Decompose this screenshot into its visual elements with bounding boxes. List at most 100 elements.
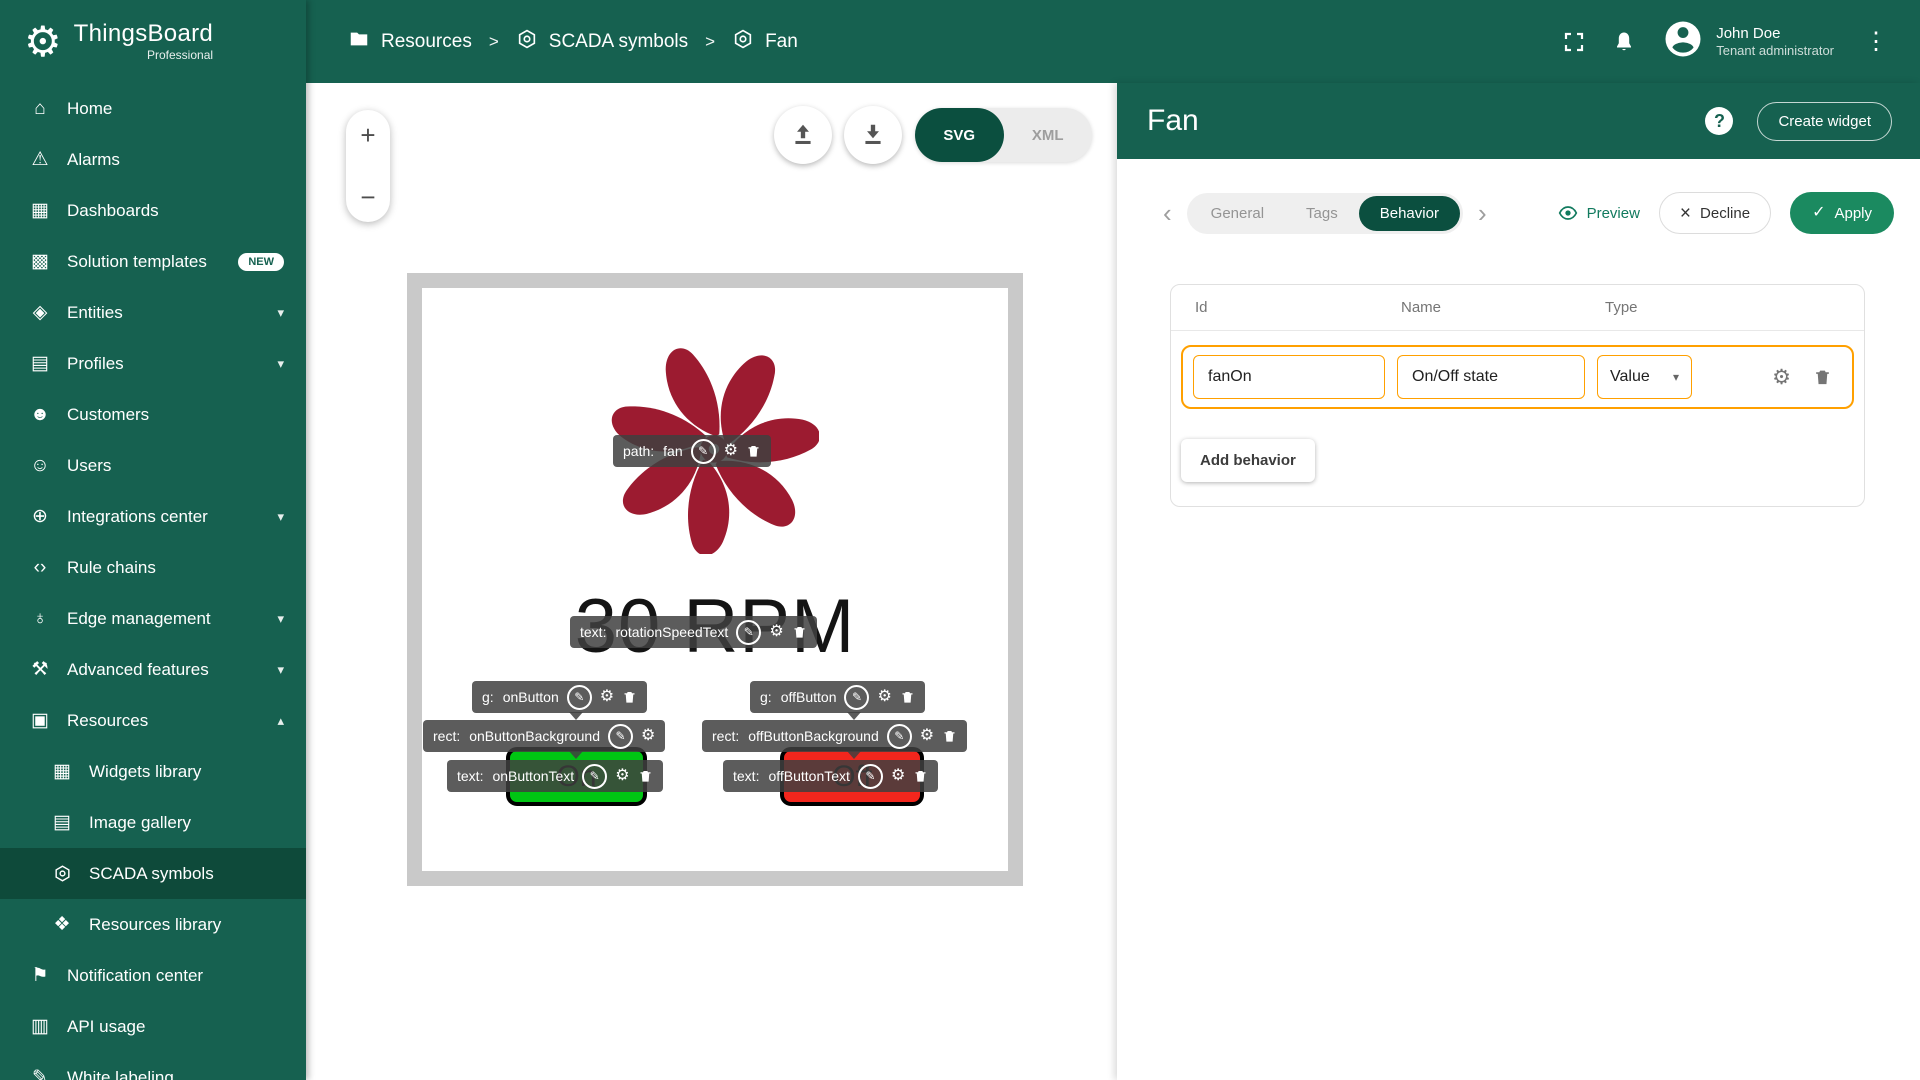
user-menu[interactable]: John Doe Tenant administrator — [1662, 18, 1834, 65]
edit-pencil-icon[interactable]: ✎ — [886, 723, 912, 749]
kebab-menu-icon[interactable]: ⋮ — [1860, 27, 1892, 56]
behavior-type-select[interactable]: Value ▾ — [1597, 355, 1692, 399]
trash-icon[interactable] — [792, 624, 807, 640]
sidebar-item-dashboards[interactable]: ▦ Dashboards — [0, 185, 306, 236]
behavior-delete-icon[interactable] — [1813, 367, 1832, 387]
trash-icon[interactable] — [942, 728, 957, 744]
settings-gear-icon[interactable]: ⚙ — [920, 728, 934, 744]
top-header: Resources > SCADA symbols > Fan John Doe… — [306, 0, 1920, 83]
decline-button[interactable]: × Decline — [1658, 192, 1772, 234]
scada-icon — [516, 28, 538, 56]
sidebar-item-entities[interactable]: ◈ Entities ▾ — [0, 287, 306, 338]
preview-button[interactable]: Preview — [1558, 203, 1640, 223]
sidebar-item-edge-management[interactable]: ♁ Edge management ▾ — [0, 593, 306, 644]
rule-chains-icon: ‹› — [33, 556, 47, 578]
settings-gear-icon[interactable]: ⚙ — [600, 689, 614, 705]
edit-pencil-icon[interactable]: ✎ — [844, 684, 870, 710]
settings-gear-icon[interactable]: ⚙ — [724, 443, 738, 459]
sidebar-item-image-gallery[interactable]: ▤ Image gallery — [0, 797, 306, 848]
edit-pencil-icon[interactable]: ✎ — [736, 619, 762, 645]
users-icon: ☺ — [30, 454, 50, 476]
breadcrumb-scada-symbols[interactable]: SCADA symbols — [516, 28, 688, 56]
api-usage-icon: ▥ — [31, 1016, 49, 1037]
brand-name: ThingsBoard — [73, 20, 214, 48]
add-behavior-button[interactable]: Add behavior — [1181, 439, 1315, 482]
tabs-scroll-left-icon[interactable]: ‹ — [1161, 200, 1174, 226]
zoom-in-button[interactable]: + — [360, 122, 375, 148]
edge-icon: ♁ — [32, 607, 48, 629]
check-icon: ✓ — [1812, 204, 1826, 221]
settings-gear-icon[interactable]: ⚙ — [877, 689, 891, 705]
sidebar-item-solution-templates[interactable]: ▩ Solution templates NEW — [0, 236, 306, 287]
edit-pencil-icon[interactable]: ✎ — [857, 763, 883, 789]
edit-pencil-icon[interactable]: ✎ — [582, 763, 608, 789]
tag-pointer — [847, 751, 861, 759]
element-tag-off-button: g: offButton ✎ ⚙ — [750, 681, 925, 713]
trash-icon[interactable] — [746, 443, 761, 459]
create-widget-button[interactable]: Create widget — [1757, 101, 1892, 141]
sidebar-item-home[interactable]: ⌂ Home — [0, 83, 306, 134]
svg-xml-toggle: SVG XML — [915, 108, 1092, 162]
symbol-canvas[interactable]: 30 RPM On Off path:fan ✎ ⚙ text:rotati — [407, 273, 1023, 886]
close-icon: × — [1679, 202, 1692, 224]
svg-tab[interactable]: SVG — [915, 108, 1004, 162]
sidebar-item-api-usage[interactable]: ▥ API usage — [0, 1001, 306, 1052]
image-icon: ▤ — [53, 812, 71, 833]
sidebar-item-scada-symbols[interactable]: SCADA symbols — [0, 848, 306, 899]
settings-gear-icon[interactable]: ⚙ — [769, 624, 783, 640]
page-title: Fan — [1147, 104, 1199, 137]
behavior-settings-icon[interactable]: ⚙ — [1772, 367, 1791, 388]
behavior-id-input[interactable] — [1193, 355, 1385, 399]
trash-icon[interactable] — [900, 689, 915, 705]
sidebar-item-widgets-library[interactable]: ▦ Widgets library — [0, 746, 306, 797]
settings-gear-icon[interactable]: ⚙ — [891, 768, 905, 784]
chevron-down-icon: ▾ — [277, 355, 284, 371]
resources-library-icon: ❖ — [53, 914, 71, 935]
settings-gear-icon[interactable]: ⚙ — [615, 768, 629, 784]
tab-bar: ‹ General Tags Behavior › Preview × Decl… — [1161, 192, 1894, 234]
sidebar-item-advanced-features[interactable]: ⚒ Advanced features ▾ — [0, 644, 306, 695]
tab-general[interactable]: General — [1190, 196, 1285, 231]
upload-button[interactable] — [774, 106, 832, 164]
edit-pencil-icon[interactable]: ✎ — [566, 684, 592, 710]
fullscreen-icon[interactable] — [1562, 30, 1586, 54]
help-icon[interactable]: ? — [1705, 107, 1734, 135]
column-header-id: Id — [1195, 299, 1208, 316]
settings-gear-icon[interactable]: ⚙ — [641, 728, 655, 744]
edit-pencil-icon[interactable]: ✎ — [690, 438, 716, 464]
sidebar-item-customers[interactable]: ☻ Customers — [0, 389, 306, 440]
zoom-out-button[interactable]: − — [360, 184, 375, 210]
sidebar-item-users[interactable]: ☺ Users — [0, 440, 306, 491]
chevron-up-icon: ▴ — [277, 712, 284, 728]
thingsboard-gear-icon: ⚙ — [24, 17, 62, 65]
xml-tab[interactable]: XML — [1004, 108, 1093, 162]
tabs-scroll-right-icon[interactable]: › — [1476, 200, 1489, 226]
trash-icon[interactable] — [638, 768, 653, 784]
trash-icon[interactable] — [622, 689, 637, 705]
behavior-name-input[interactable] — [1397, 355, 1585, 399]
tab-tags[interactable]: Tags — [1285, 196, 1359, 231]
brand-logo[interactable]: ⚙ ThingsBoard Professional — [0, 0, 306, 83]
sidebar-item-integrations-center[interactable]: ⊕ Integrations center ▾ — [0, 491, 306, 542]
sidebar-item-profiles[interactable]: ▤ Profiles ▾ — [0, 338, 306, 389]
chevron-down-icon: ▾ — [277, 304, 284, 320]
sidebar-item-resources-library[interactable]: ❖ Resources library — [0, 899, 306, 950]
sidebar-item-resources[interactable]: ▣ Resources ▴ — [0, 695, 306, 746]
sidebar-item-notification-center[interactable]: ⚑ Notification center — [0, 950, 306, 1001]
tab-behavior[interactable]: Behavior — [1358, 195, 1460, 231]
element-tag-rotation-speed-text: text: rotationSpeedText ✎ ⚙ — [570, 616, 817, 648]
breadcrumb-resources[interactable]: Resources — [348, 28, 472, 56]
notifications-bell-icon[interactable] — [1612, 30, 1636, 54]
trash-icon[interactable] — [913, 768, 928, 784]
folder-icon — [348, 28, 370, 56]
sidebar-item-alarms[interactable]: ⚠ Alarms — [0, 134, 306, 185]
apply-button[interactable]: ✓ Apply — [1790, 192, 1894, 234]
sidebar-item-rule-chains[interactable]: ‹› Rule chains — [0, 542, 306, 593]
column-header-type: Type — [1605, 299, 1638, 316]
chevron-down-icon: ▾ — [1672, 370, 1679, 384]
sidebar-item-white-labeling[interactable]: ✎ White labeling — [0, 1052, 306, 1080]
breadcrumb-fan[interactable]: Fan — [732, 28, 798, 56]
download-button[interactable] — [844, 106, 902, 164]
edit-pencil-icon[interactable]: ✎ — [608, 723, 633, 749]
element-tag-fan: path: fan ✎ ⚙ — [613, 435, 771, 467]
